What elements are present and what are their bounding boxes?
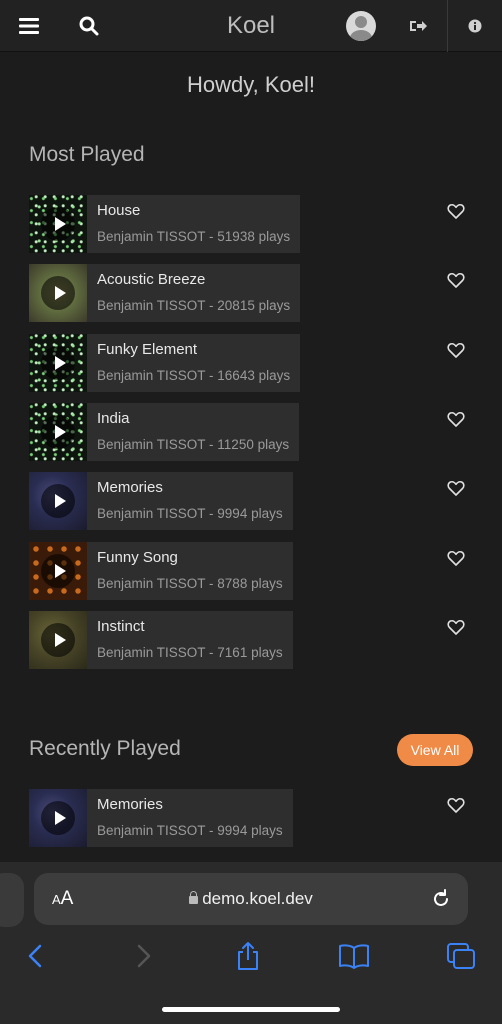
heart-icon[interactable]: [447, 550, 465, 566]
play-icon[interactable]: [41, 484, 75, 519]
song-meta: Benjamin TISSOT - 11250 plays: [97, 436, 290, 452]
song-item[interactable]: Memories Benjamin TISSOT - 9994 plays: [29, 472, 473, 531]
info-button[interactable]: [462, 0, 488, 52]
main-content: Howdy, Koel! Most Played House Benjamin T…: [0, 52, 502, 862]
song-item[interactable]: Memories Benjamin TISSOT - 9994 plays: [29, 789, 473, 847]
address-bar[interactable]: AA demo.koel.dev: [34, 873, 468, 925]
app-header: Koel: [0, 0, 502, 52]
song-meta: Benjamin TISSOT - 8788 plays: [97, 575, 283, 591]
most-played-title: Most Played: [29, 143, 145, 166]
song-meta: Benjamin TISSOT - 20815 plays: [97, 298, 291, 314]
song-item[interactable]: House Benjamin TISSOT - 51938 plays: [29, 195, 473, 253]
album-thumbnail[interactable]: [29, 402, 87, 461]
bookmarks-button[interactable]: [338, 940, 370, 972]
play-icon[interactable]: [41, 207, 75, 241]
song-item[interactable]: Instinct Benjamin TISSOT - 7161 plays: [29, 610, 473, 669]
song-title: Memories: [97, 796, 163, 813]
avatar: [346, 11, 376, 41]
forward-button[interactable]: [128, 940, 160, 972]
play-icon[interactable]: [41, 345, 75, 380]
share-icon: [238, 942, 258, 970]
heart-icon[interactable]: [447, 342, 465, 358]
header-divider: [447, 0, 448, 52]
album-thumbnail[interactable]: [29, 472, 87, 531]
song-info: House Benjamin TISSOT - 51938 plays: [87, 195, 300, 253]
lock-icon: [189, 891, 199, 904]
album-thumbnail[interactable]: [29, 333, 87, 392]
song-info: India Benjamin TISSOT - 11250 plays: [87, 402, 299, 461]
heart-icon[interactable]: [447, 411, 465, 427]
song-item[interactable]: Acoustic Breeze Benjamin TISSOT - 20815 p…: [29, 264, 473, 323]
album-thumbnail[interactable]: [29, 610, 87, 669]
play-icon[interactable]: [41, 276, 75, 311]
heart-icon[interactable]: [447, 619, 465, 635]
song-info: Funny Song Benjamin TISSOT - 8788 plays: [87, 541, 293, 600]
song-item[interactable]: India Benjamin TISSOT - 11250 plays: [29, 402, 473, 461]
menu-icon: [19, 18, 39, 34]
song-item[interactable]: Funny Song Benjamin TISSOT - 8788 plays: [29, 541, 473, 600]
play-icon[interactable]: [41, 801, 75, 835]
song-info: Memories Benjamin TISSOT - 9994 plays: [87, 789, 293, 847]
home-indicator: [162, 1007, 340, 1012]
album-thumbnail[interactable]: [29, 789, 87, 847]
back-button[interactable]: [19, 940, 51, 972]
album-thumbnail[interactable]: [29, 541, 87, 600]
album-thumbnail[interactable]: [29, 195, 87, 253]
url-display: demo.koel.dev: [34, 873, 468, 925]
song-meta: Benjamin TISSOT - 7161 plays: [97, 644, 283, 660]
recently-played-title: Recently Played: [29, 737, 181, 760]
song-title: Funny Song: [97, 548, 178, 566]
song-meta: Benjamin TISSOT - 51938 plays: [97, 229, 291, 244]
song-title: House: [97, 202, 141, 219]
back-icon: [28, 944, 42, 968]
info-icon: [468, 19, 482, 33]
heart-icon[interactable]: [447, 797, 465, 813]
album-thumbnail[interactable]: [29, 264, 87, 323]
heart-icon[interactable]: [447, 203, 465, 219]
share-button[interactable]: [232, 940, 264, 972]
search-icon: [79, 16, 99, 36]
bookmarks-icon: [339, 944, 369, 969]
song-meta: Benjamin TISSOT - 9994 plays: [97, 506, 283, 522]
logout-button[interactable]: [404, 0, 432, 52]
song-title: Memories: [97, 479, 163, 497]
greeting: Howdy, Koel!: [187, 72, 315, 97]
song-info: Memories Benjamin TISSOT - 9994 plays: [87, 472, 293, 531]
reload-icon[interactable]: [430, 888, 452, 910]
song-title: Funky Element: [97, 340, 198, 358]
song-item[interactable]: Funky Element Benjamin TISSOT - 16643 pla…: [29, 333, 473, 392]
song-info: Instinct Benjamin TISSOT - 7161 plays: [87, 610, 293, 669]
song-meta: Benjamin TISSOT - 9994 plays: [97, 823, 283, 838]
logout-icon: [410, 21, 427, 31]
play-icon[interactable]: [41, 414, 75, 449]
view-all-button[interactable]: View All: [397, 734, 473, 766]
heart-icon[interactable]: [447, 480, 465, 496]
forward-icon: [137, 944, 151, 968]
song-title: Acoustic Breeze: [97, 271, 206, 289]
heart-icon[interactable]: [447, 272, 465, 289]
song-info: Acoustic Breeze Benjamin TISSOT - 20815 p…: [87, 264, 300, 323]
tabs-button[interactable]: [445, 940, 477, 972]
menu-button[interactable]: [14, 0, 44, 52]
song-title: India: [97, 409, 130, 427]
song-meta: Benjamin TISSOT - 16643 plays: [97, 367, 291, 383]
play-icon[interactable]: [41, 553, 75, 588]
song-title: Instinct: [97, 617, 145, 635]
previous-tab-preview[interactable]: [0, 873, 24, 927]
search-button[interactable]: [74, 0, 104, 52]
profile-button[interactable]: [345, 0, 377, 52]
url-text: demo.koel.dev: [202, 889, 313, 908]
tabs-icon: [447, 943, 475, 969]
song-info: Funky Element Benjamin TISSOT - 16643 pla…: [87, 333, 300, 392]
play-icon[interactable]: [41, 622, 75, 657]
